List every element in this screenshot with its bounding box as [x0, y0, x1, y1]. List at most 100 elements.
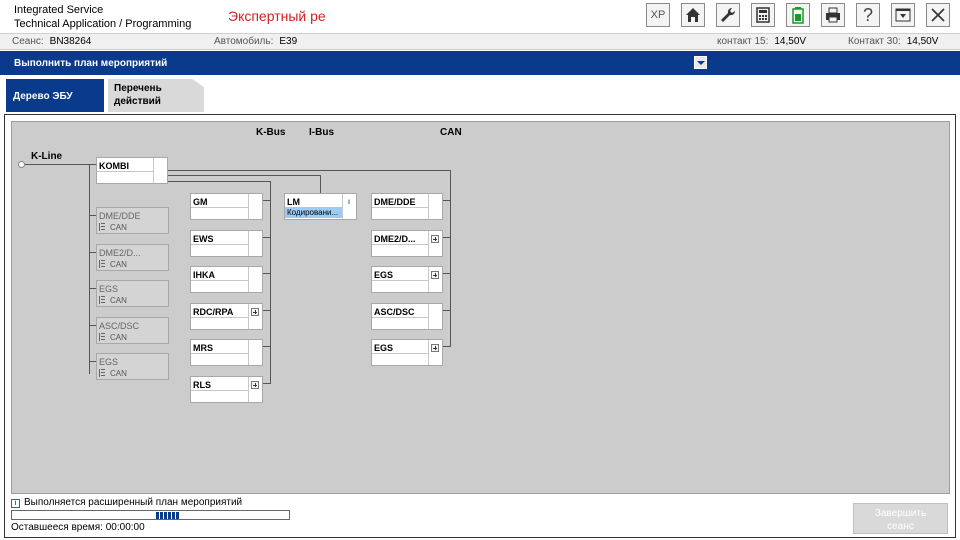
ecu-can-dme2[interactable]: DME2/D... — [371, 230, 443, 257]
ecu-sub: CAN — [99, 260, 127, 269]
help-button[interactable]: ? — [856, 3, 880, 27]
ecu-kombi[interactable]: KOMBI — [96, 157, 168, 184]
ecu-name: ASC/DSC — [99, 321, 140, 331]
battery-button[interactable] — [786, 3, 810, 27]
ecu-name: EGS — [374, 343, 394, 353]
ecu-kline-dme-dde[interactable]: DME/DDE CAN — [96, 207, 169, 234]
ecu-kline-asc-dsc[interactable]: ASC/DSC CAN — [96, 317, 169, 344]
can-branch — [442, 237, 451, 238]
ecu-side — [248, 231, 262, 256]
plan-dropdown-icon[interactable] — [694, 56, 707, 69]
ecu-can-asc-dsc[interactable]: ASC/DSC — [371, 303, 443, 330]
kbus-branch — [262, 383, 271, 384]
kbus-label: K-Bus — [256, 127, 286, 138]
ecu-rdc-rpa[interactable]: RDC/RPA — [190, 303, 263, 330]
app-title: Integrated Service Technical Application… — [14, 3, 191, 31]
ecu-data-button[interactable] — [751, 3, 775, 27]
ecu-side — [248, 304, 262, 329]
toolbar: XP ? — [646, 3, 950, 27]
ecu-sub-label: CAN — [110, 260, 127, 269]
ecu-divider — [372, 280, 428, 281]
ecu-kline-egs[interactable]: EGS CAN — [96, 280, 169, 307]
expand-icon[interactable] — [251, 308, 259, 316]
expand-icon[interactable] — [431, 344, 439, 352]
ecu-side — [428, 304, 442, 329]
print-button[interactable] — [821, 3, 845, 27]
ecu-side — [428, 267, 442, 292]
finish-session-button[interactable]: Завершить сеанс — [853, 503, 948, 534]
ecu-name: DME/DDE — [374, 197, 416, 207]
ecu-gm[interactable]: GM — [190, 193, 263, 220]
ecu-divider — [191, 207, 248, 208]
can-branch — [442, 200, 451, 201]
minimize-icon — [895, 8, 911, 22]
ecu-side: ı — [342, 194, 356, 219]
info-icon[interactable]: ı — [345, 197, 353, 206]
ecu-divider — [372, 244, 428, 245]
kbus-branch — [262, 237, 271, 238]
car-label: Автомобиль: — [214, 36, 274, 47]
ibus-top — [167, 175, 321, 176]
kline-connector — [18, 161, 25, 168]
home-icon — [686, 8, 700, 22]
ecu-can-dme-dde[interactable]: DME/DDE — [371, 193, 443, 220]
bus-icon — [99, 260, 105, 268]
service-tools-button[interactable] — [716, 3, 740, 27]
help-icon: ? — [862, 4, 873, 25]
can-branch — [442, 310, 451, 311]
can-branch — [442, 346, 451, 347]
ecu-ews[interactable]: EWS — [190, 230, 263, 257]
kbus-branch — [262, 310, 271, 311]
xp-button[interactable]: XP — [646, 3, 670, 27]
ecu-kline-dme2[interactable]: DME2/D... CAN — [96, 244, 169, 271]
session-info: Сеанс: BN38264 — [12, 36, 91, 47]
kline-vertical — [89, 164, 90, 374]
ecu-side — [428, 231, 442, 256]
k30-info: Контакт 30: 14,50V — [848, 36, 938, 47]
finish-line2: сеанс — [887, 521, 914, 532]
ecu-sub: CAN — [99, 296, 127, 305]
ecu-rls[interactable]: RLS — [190, 376, 263, 403]
ecu-sub-label: CAN — [110, 296, 127, 305]
kbus-branch — [262, 273, 271, 274]
ecu-sub: CAN — [99, 333, 127, 342]
kbus-vertical — [270, 181, 271, 383]
ecu-side — [428, 340, 442, 365]
ecu-ihka[interactable]: IHKA — [190, 266, 263, 293]
ecu-can-egs[interactable]: EGS — [371, 266, 443, 293]
bus-icon — [99, 296, 105, 304]
ecu-lm[interactable]: LM Кодировани... ı — [284, 193, 357, 220]
ecu-side — [248, 267, 262, 292]
tab-ecu-tree[interactable]: Дерево ЭБУ — [6, 79, 104, 112]
can-label: CAN — [440, 127, 462, 138]
ecu-divider — [372, 317, 428, 318]
wrench-icon — [721, 7, 736, 22]
ecu-divider — [191, 390, 248, 391]
ecu-name: LM — [287, 197, 300, 207]
expand-icon[interactable] — [431, 235, 439, 243]
minimize-button[interactable] — [891, 3, 915, 27]
finish-line1: Завершить — [874, 508, 927, 519]
ecu-name: RDC/RPA — [193, 307, 234, 317]
expand-icon[interactable] — [251, 381, 259, 389]
kbus-branch — [262, 200, 271, 201]
ecu-name: MRS — [193, 343, 213, 353]
k30-label: Контакт 30: — [848, 36, 901, 47]
can-bus-top — [167, 170, 451, 171]
app-title-line2: Technical Application / Programming — [14, 18, 192, 30]
ecu-calc-icon — [756, 7, 770, 23]
ecu-name: EGS — [99, 357, 119, 367]
tab-action-list[interactable]: Перечень действий — [108, 79, 204, 112]
ibus-vertical — [320, 175, 321, 193]
ecu-mrs[interactable]: MRS — [190, 339, 263, 366]
ecu-name: KOMBI — [99, 161, 129, 171]
info-icon: i — [11, 499, 20, 508]
ecu-kline-egs-2[interactable]: EGS CAN — [96, 353, 169, 380]
close-button[interactable] — [926, 3, 950, 27]
home-button[interactable] — [681, 3, 705, 27]
ecu-sub-label: CAN — [110, 223, 127, 232]
ecu-can-egs-2[interactable]: EGS — [371, 339, 443, 366]
xp-label: XP — [650, 9, 666, 21]
car-info: Автомобиль: E39 — [214, 36, 297, 47]
expand-icon[interactable] — [431, 271, 439, 279]
